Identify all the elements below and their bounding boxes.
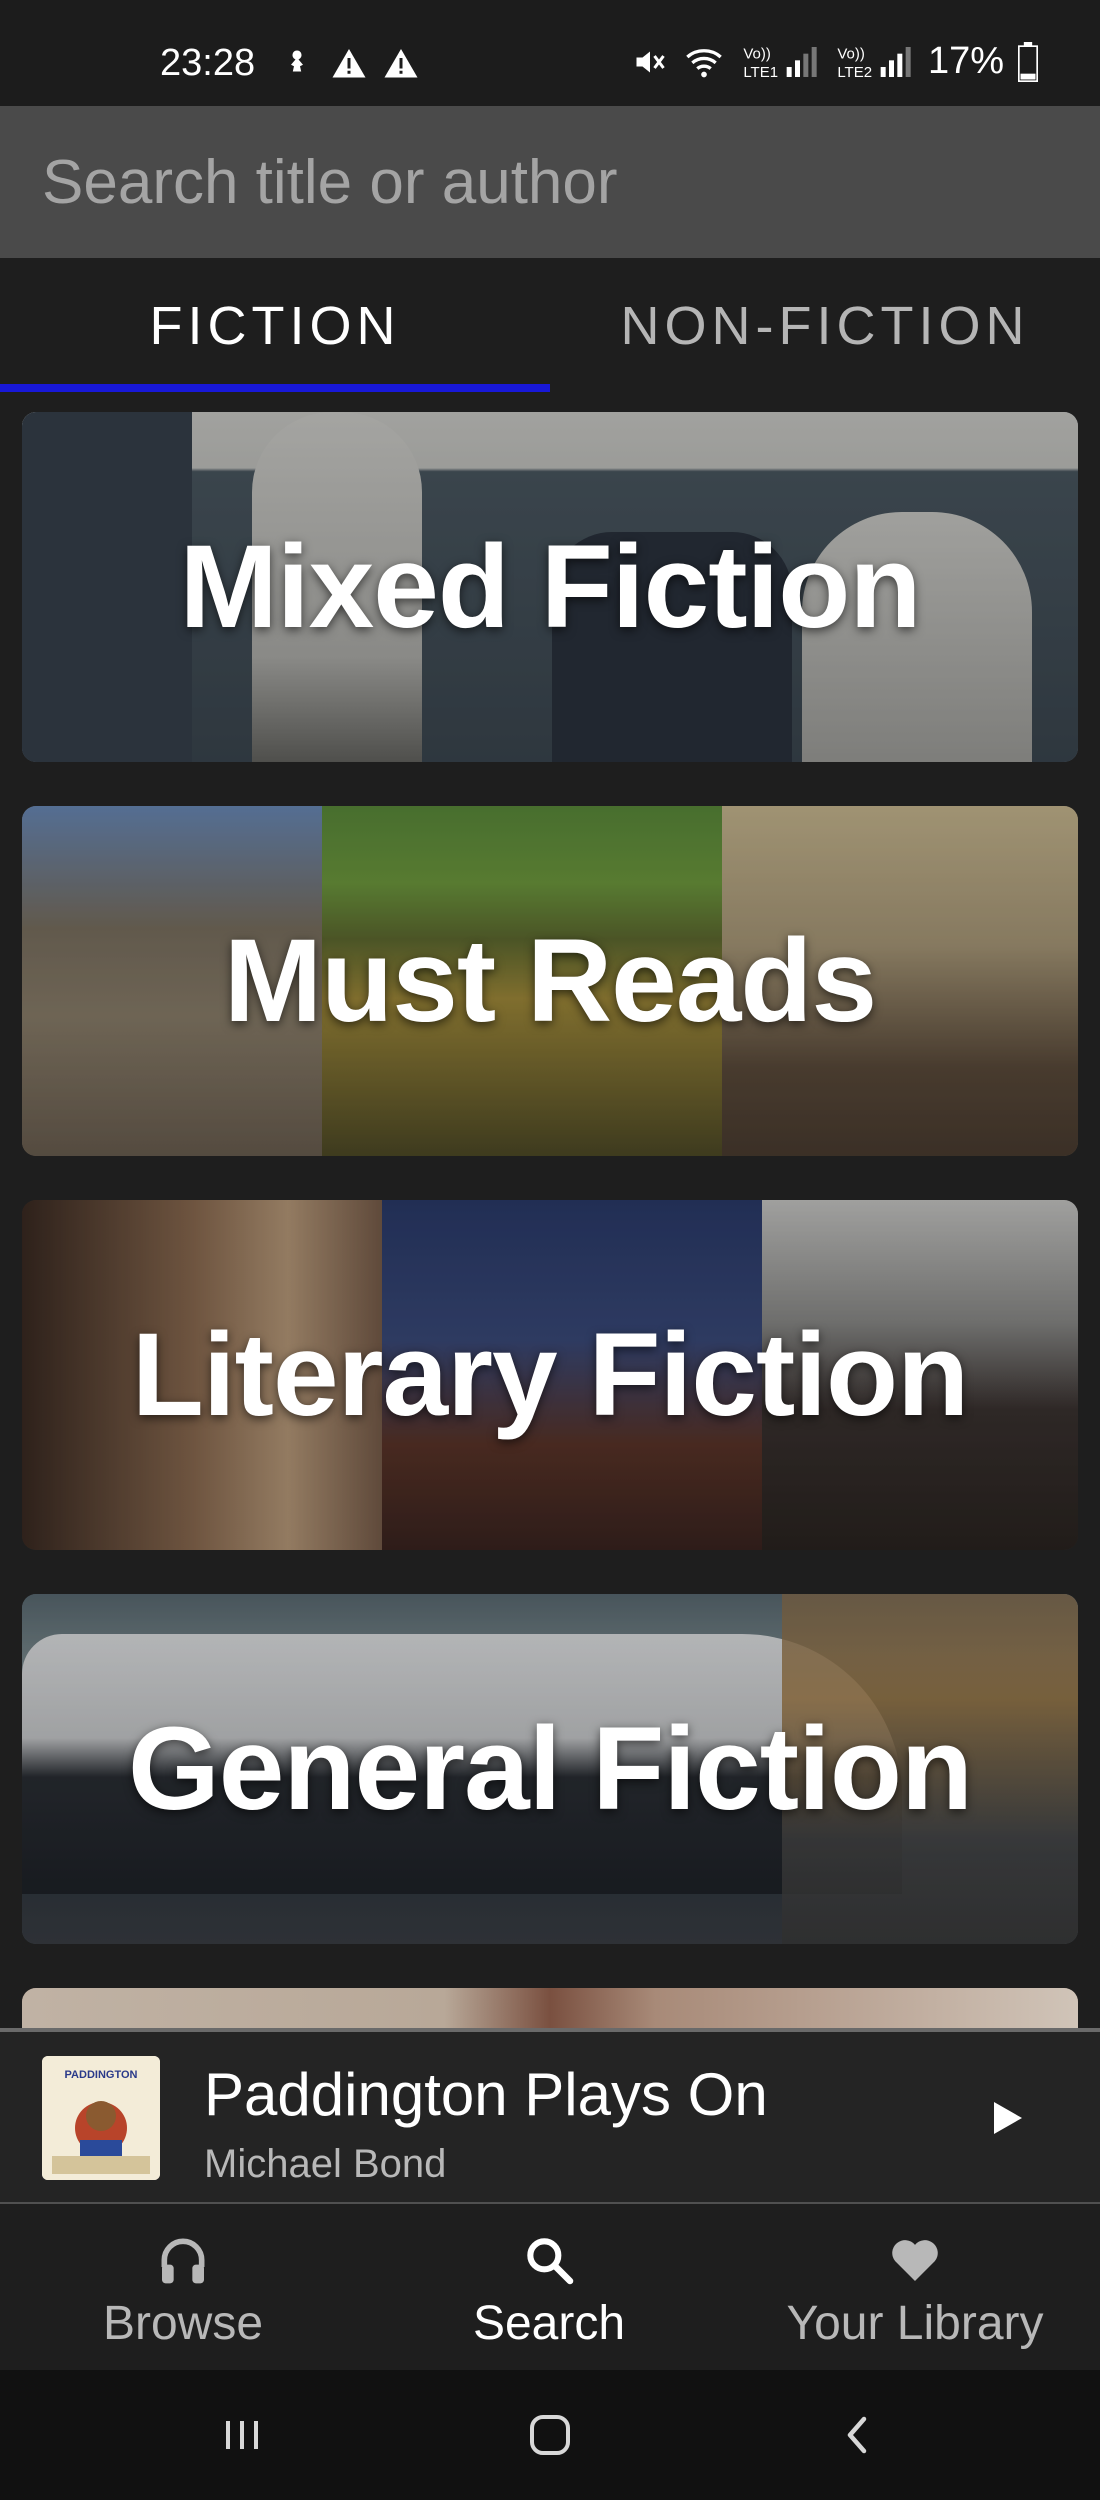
wifi-icon [686,48,722,77]
lte1-signal-icon: Vo)) LTE1 [743,45,817,81]
category-card-literary-fiction[interactable]: Literary Fiction [22,1200,1078,1550]
category-tabs: FICTION NON-FICTION [0,258,1100,393]
category-card-mixed-fiction[interactable]: Mixed Fiction [22,412,1078,762]
warning-icon [384,49,418,78]
notification-icon [291,50,303,72]
mute-icon [636,51,665,72]
category-card-general-fiction[interactable]: General Fiction [22,1594,1078,1944]
battery-icon [1018,41,1038,82]
play-icon[interactable] [982,2088,1032,2148]
now-playing-bar[interactable]: PADDINGTON Paddington Plays On Michael B… [0,2028,1100,2204]
book-cover-image: PADDINGTON [42,2056,160,2180]
battery-percentage: 17% [927,40,1004,82]
category-label: Mixed Fiction [179,521,922,653]
home-icon[interactable] [520,2405,580,2465]
search-bar [0,106,1100,258]
svg-text:LTE1: LTE1 [743,64,778,81]
now-playing-cover: PADDINGTON [42,2056,160,2180]
nav-your-library[interactable]: Your Library [732,2204,1098,2370]
nav-search[interactable]: Search [366,2204,732,2370]
status-time: 23:28 [160,42,256,84]
recent-apps-icon[interactable] [212,2405,272,2465]
status-notification-icons [278,46,420,82]
tab-indicator [0,384,550,392]
svg-text:LTE2: LTE2 [837,64,872,81]
back-icon[interactable] [828,2405,888,2465]
status-bar: 23:28 Vo)) LTE1 Vo)) LTE2 17% [0,0,1100,106]
svg-text:Vo)): Vo)) [743,45,771,62]
heart-icon [892,2240,938,2281]
category-label: Must Reads [223,915,877,1047]
svg-text:PADDINGTON: PADDINGTON [65,2069,138,2081]
nav-search-label: Search [472,2297,626,2350]
tab-non-fiction[interactable]: NON-FICTION [550,258,1100,393]
tab-fiction[interactable]: FICTION [0,258,550,393]
nav-browse-label: Browse [102,2297,264,2350]
now-playing-author: Michael Bond [204,2142,447,2186]
search-icon [527,2238,574,2285]
svg-text:Vo)): Vo)) [837,45,865,62]
now-playing-title: Paddington Plays On [204,2061,768,2128]
category-label: Literary Fiction [131,1309,969,1441]
nav-browse[interactable]: Browse [0,2204,366,2370]
category-label: General Fiction [128,1703,973,1835]
system-navigation-bar [0,2370,1100,2500]
lte2-signal-icon: Vo)) LTE2 [837,45,911,81]
headphones-icon [161,2238,205,2284]
nav-your-library-label: Your Library [786,2297,1044,2350]
warning-icon [332,49,366,78]
category-card-must-reads[interactable]: Must Reads [22,806,1078,1156]
status-system-icons: Vo)) LTE1 Vo)) LTE2 17% [632,40,1038,83]
bottom-navigation: Browse Search Your Library [0,2204,1100,2370]
search-input[interactable] [42,140,1062,224]
